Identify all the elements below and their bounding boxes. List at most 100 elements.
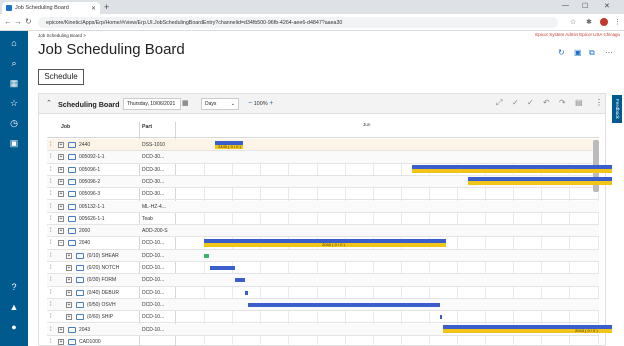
job-cell[interactable]: 2000 bbox=[79, 225, 137, 237]
job-cell[interactable]: 2440 bbox=[79, 139, 137, 151]
bookmark-star-icon[interactable]: ☆ bbox=[570, 18, 576, 26]
drag-handle-icon[interactable]: ⁞ bbox=[50, 225, 52, 237]
extensions-icon[interactable]: ✱ bbox=[586, 18, 592, 26]
drag-handle-icon[interactable]: ⁞ bbox=[50, 274, 52, 286]
schedule-button[interactable]: Schedule bbox=[38, 69, 84, 85]
job-cell[interactable]: CAD1000 bbox=[79, 336, 137, 346]
zoom-in-button[interactable]: + bbox=[269, 100, 273, 107]
job-cell[interactable]: 005096-1 bbox=[79, 164, 137, 176]
expand-toggle-icon[interactable]: + bbox=[58, 154, 64, 161]
expand-toggle-icon[interactable]: + bbox=[58, 215, 64, 222]
undo-icon[interactable]: ↶ bbox=[543, 98, 550, 107]
zoom-out-button[interactable]: − bbox=[248, 100, 252, 107]
drag-handle-icon[interactable]: ⁞ bbox=[50, 188, 52, 200]
notifications-bell-icon[interactable]: ▲ bbox=[8, 301, 20, 313]
job-cell[interactable]: 005096-3 bbox=[79, 188, 137, 200]
job-cell[interactable]: 2043 bbox=[79, 324, 137, 336]
expand-toggle-icon[interactable]: + bbox=[66, 301, 72, 308]
expand-toggle-icon[interactable]: + bbox=[58, 338, 64, 345]
dashboard-icon[interactable]: ▣ bbox=[8, 137, 20, 149]
expand-toggle-icon[interactable]: + bbox=[66, 289, 72, 296]
table-row[interactable]: ⁞ +005132-1-1 ML-HZ-4... bbox=[47, 200, 599, 213]
history-icon[interactable]: ◷ bbox=[8, 117, 20, 129]
table-row[interactable]: ⁞ + (0/40) DEBUR DCD-10... bbox=[47, 287, 599, 299]
expand-toggle-icon[interactable]: + bbox=[58, 326, 64, 333]
drag-handle-icon[interactable]: ⁞ bbox=[50, 176, 52, 188]
apps-grid-icon[interactable]: ▦ bbox=[8, 77, 20, 89]
drag-handle-icon[interactable]: ⁞ bbox=[50, 287, 52, 299]
forward-icon[interactable]: → bbox=[14, 17, 22, 26]
drag-handle-icon[interactable]: ⁞ bbox=[50, 213, 52, 225]
home-icon[interactable]: ⌂ bbox=[8, 37, 20, 49]
table-row[interactable]: ⁞ +005096-3 DCD-30... bbox=[47, 188, 599, 201]
drag-handle-icon[interactable]: ⁞ bbox=[50, 250, 52, 262]
url-field[interactable]: epicore/Kinetic/Apps/Erp/Home/#/view/Erp… bbox=[38, 17, 558, 28]
expand-toggle-icon[interactable]: + bbox=[66, 252, 72, 259]
drag-handle-icon[interactable]: ⁞ bbox=[50, 324, 52, 336]
job-cell[interactable]: 005626-1-1 bbox=[79, 213, 137, 225]
view-select[interactable]: Days ⌄ bbox=[201, 98, 239, 110]
browser-menu-icon[interactable]: ⋮ bbox=[614, 18, 621, 26]
table-row[interactable]: ⁞ +2000 ADD-200-S bbox=[47, 225, 599, 238]
schedule-bar[interactable] bbox=[440, 315, 443, 320]
table-row[interactable]: ⁞ + (0/30) FORM DCD-10... bbox=[47, 274, 599, 287]
schedule-bar[interactable] bbox=[204, 253, 210, 258]
expand-toggle-icon[interactable]: + bbox=[66, 314, 72, 321]
table-row[interactable]: ⁞ +005092-1-1 DCD-30... bbox=[47, 151, 599, 164]
table-row[interactable]: ⁞ + (0/60) SHIP DCD-10... bbox=[47, 311, 599, 324]
schedule-bar[interactable] bbox=[209, 266, 235, 270]
user-company-site[interactable]: Epicor System Admin Epicor USA Chicago bbox=[535, 32, 620, 37]
new-tab-button[interactable]: + bbox=[104, 2, 109, 12]
expand-toggle-icon[interactable]: + bbox=[58, 191, 64, 198]
favorites-star-icon[interactable]: ☆ bbox=[8, 97, 20, 109]
copy-icon[interactable]: ⧉ bbox=[589, 48, 595, 58]
job-cell[interactable]: 005132-1-1 bbox=[79, 201, 137, 213]
job-cell[interactable]: 005092-1-1 bbox=[79, 151, 137, 163]
drag-handle-icon[interactable]: ⁞ bbox=[50, 311, 52, 323]
expand-toggle-icon[interactable]: + bbox=[66, 265, 72, 271]
job-cell[interactable]: 005096-2 bbox=[79, 176, 137, 188]
refresh-icon[interactable]: ↻ bbox=[558, 48, 565, 57]
job-cell[interactable]: (0/30) FORM bbox=[87, 274, 137, 286]
schedule-bar[interactable] bbox=[412, 169, 612, 174]
expand-toggle-icon[interactable]: + bbox=[58, 166, 64, 173]
drag-handle-icon[interactable]: ⁞ bbox=[50, 164, 52, 176]
feedback-tab[interactable]: Feedback bbox=[612, 95, 622, 123]
drag-handle-icon[interactable]: ⁞ bbox=[50, 201, 52, 213]
drag-handle-icon[interactable]: ⁞ bbox=[50, 151, 52, 163]
check-all-icon[interactable]: ✓ bbox=[527, 98, 534, 107]
panel-menu-icon[interactable]: ⋮ bbox=[595, 98, 603, 107]
more-options-icon[interactable]: ⋯ bbox=[605, 48, 613, 57]
job-cell[interactable]: (0/50) OSVH bbox=[87, 299, 137, 311]
drag-handle-icon[interactable]: ⁞ bbox=[50, 299, 52, 311]
minimize-icon[interactable]: — bbox=[562, 2, 569, 9]
expand-toggle-icon[interactable]: + bbox=[66, 277, 72, 284]
profile-avatar[interactable] bbox=[600, 18, 608, 26]
search-icon[interactable]: ⌕ bbox=[8, 57, 20, 69]
table-row[interactable]: ⁞ + (0/10) SHEAR DCD-10... bbox=[47, 249, 599, 262]
check-icon[interactable]: ✓ bbox=[512, 98, 519, 107]
breadcrumb[interactable]: Job Scheduling Board > bbox=[38, 33, 86, 38]
help-icon[interactable]: ? bbox=[8, 281, 20, 293]
job-cell[interactable]: (0/60) SHIP bbox=[87, 311, 137, 323]
drag-handle-icon[interactable]: ⁞ bbox=[50, 139, 52, 151]
expand-toggle-icon[interactable]: + bbox=[58, 228, 64, 235]
expand-icon[interactable]: ⤢ bbox=[496, 98, 502, 108]
schedule-bar[interactable] bbox=[247, 302, 441, 307]
expand-toggle-icon[interactable]: + bbox=[58, 178, 64, 185]
user-icon[interactable]: ● bbox=[8, 321, 20, 333]
job-cell[interactable]: (0/40) DEBUR bbox=[87, 287, 137, 299]
collapse-chevron-icon[interactable]: ⌃ bbox=[46, 99, 52, 107]
expand-toggle-icon[interactable]: + bbox=[58, 142, 64, 148]
close-tab-icon[interactable]: ✕ bbox=[91, 5, 96, 12]
calendar-icon[interactable]: ▦ bbox=[182, 99, 189, 107]
save-icon[interactable]: ▣ bbox=[574, 48, 582, 57]
chat-icon[interactable]: ▤ bbox=[575, 98, 583, 107]
drag-handle-icon[interactable]: ⁞ bbox=[50, 336, 52, 346]
job-cell[interactable]: (0/20) NOTCH bbox=[87, 262, 137, 274]
browser-tab[interactable]: Job Scheduling Board ✕ bbox=[2, 2, 100, 14]
job-cell[interactable]: 2040 bbox=[79, 237, 137, 249]
expand-toggle-icon[interactable]: + bbox=[58, 203, 64, 210]
job-cell[interactable]: (0/10) SHEAR bbox=[87, 250, 137, 262]
date-field[interactable]: Thursday, 10/06/2021 bbox=[123, 98, 181, 110]
